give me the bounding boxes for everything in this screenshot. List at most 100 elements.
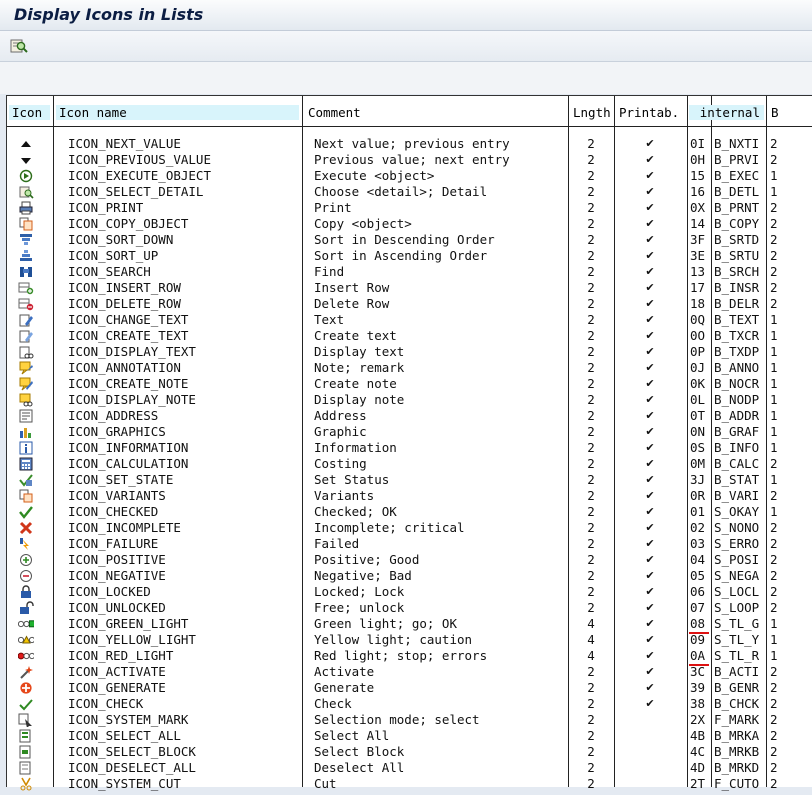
spacer (0, 62, 812, 94)
table-row[interactable]: ICON_DISPLAY_TEXT Display text 2 ✔ 0P B_TXDP 1 (7, 344, 812, 360)
table-row[interactable]: ICON_RED_LIGHT Red light; stop; errors 4 ✔ 0… (7, 648, 812, 664)
length-cell: 2 (587, 360, 595, 375)
table-row[interactable]: ICON_CHANGE_TEXT Text 2 ✔ 0Q B_TEXT 1 (7, 312, 812, 328)
internal-cell: B_INSR (714, 280, 760, 295)
change-text-icon (18, 313, 34, 327)
printable-check: ✔ (645, 553, 655, 566)
comment-cell: Sort in Ascending Order (314, 248, 488, 263)
title-bar: Display Icons in Lists (0, 0, 812, 31)
graphics-icon (18, 425, 34, 439)
column-header-length[interactable]: Lngth (570, 105, 612, 120)
internal-cell: S_TL_Y (714, 632, 760, 647)
table-row[interactable]: ICON_GREEN_LIGHT Green light; go; OK 4 ✔ 08 S… (7, 616, 812, 632)
table-row[interactable]: ICON_SORT_UP Sort in Ascending Order 2 ✔ 3E B… (7, 248, 812, 264)
comment-cell: Select All (314, 728, 390, 743)
table-row[interactable]: ICON_INCOMPLETE Incomplete; critical 2 ✔ 02 S… (7, 520, 812, 536)
table-row[interactable]: ICON_NEGATIVE Negative; Bad 2 ✔ 05 S_NEGA 2 (7, 568, 812, 584)
table-row[interactable]: ICON_UNLOCKED Free; unlock 2 ✔ 07 S_LOOP 2 (7, 600, 812, 616)
execute-icon (18, 169, 34, 183)
length-cell: 2 (587, 392, 595, 407)
table-row[interactable]: ICON_SYSTEM_MARK Selection mode; select 2 2… (7, 712, 812, 728)
column-header-internal[interactable]: internal (689, 105, 764, 120)
column-header-icon[interactable]: Icon (9, 105, 50, 120)
table-row[interactable]: ICON_YELLOW_LIGHT Yellow light; caution 4 ✔… (7, 632, 812, 648)
table-row[interactable]: ICON_SELECT_ALL Select All 2 4B B_MRKA 2 (7, 728, 812, 744)
table-row[interactable]: ICON_VARIANTS Variants 2 ✔ 0R B_VARI 2 (7, 488, 812, 504)
printable-check: ✔ (645, 233, 655, 246)
table-row[interactable]: ICON_COPY_OBJECT Copy <object> 2 ✔ 14 B_COPY 2 (7, 216, 812, 232)
length-cell: 2 (587, 520, 595, 535)
table-row[interactable]: ICON_DISPLAY_NOTE Display note 2 ✔ 0L B_NODP 1 (7, 392, 812, 408)
length-cell: 2 (587, 600, 595, 615)
comment-cell: Previous value; next entry (314, 152, 510, 167)
b-cell: 1 (770, 616, 778, 631)
table-row[interactable]: ICON_CREATE_NOTE Create note 2 ✔ 0K B_NOCR 1 (7, 376, 812, 392)
internal-cell: B_ADDR (714, 408, 760, 423)
b-cell: 2 (770, 696, 778, 711)
printable-check: ✔ (645, 217, 655, 230)
internal-cell: B_STAT (714, 472, 760, 487)
length-cell: 4 (587, 648, 595, 663)
table-row[interactable]: ICON_CALCULATION Costing 2 ✔ 0M B_CALC 2 (7, 456, 812, 472)
table-row[interactable]: ICON_GENERATE Generate 2 ✔ 39 B_GENR 2 (7, 680, 812, 696)
length-cell: 4 (587, 616, 595, 631)
table-row[interactable]: ICON_DELETE_ROW Delete Row 2 ✔ 18 B_DELR 2 (7, 296, 812, 312)
length-cell: 2 (587, 280, 595, 295)
icon-name-cell: ICON_GENERATE (68, 680, 166, 695)
header-separator (7, 126, 812, 127)
comment-cell: Failed (314, 536, 360, 551)
length-cell: 4 (587, 632, 595, 647)
table-row[interactable]: ICON_POSITIVE Positive; Good 2 ✔ 04 S_POSI 2 (7, 552, 812, 568)
down-arrow-icon (18, 153, 34, 167)
column-header-b[interactable]: B (768, 105, 782, 120)
table-row[interactable]: ICON_INSERT_ROW Insert Row 2 ✔ 17 B_INSR 2 (7, 280, 812, 296)
icon-name-cell: ICON_UNLOCKED (68, 600, 166, 615)
negative-icon (18, 569, 34, 583)
table-row[interactable]: ICON_PRINT Print 2 ✔ 0X B_PRNT 2 (7, 200, 812, 216)
table-row[interactable]: ICON_NEXT_VALUE Next value; previous entr… (7, 136, 812, 152)
length-cell: 2 (587, 136, 595, 151)
table-row[interactable]: ICON_SORT_DOWN Sort in Descending Order 2 ✔… (7, 232, 812, 248)
variants-icon (18, 489, 34, 503)
table-row[interactable]: ICON_CHECK Check 2 ✔ 38 B_CHCK 2 (7, 696, 812, 712)
internal-cell: B_MRKA (714, 728, 760, 743)
delete-row-icon (18, 297, 34, 311)
b-cell: 1 (770, 328, 778, 343)
code-cell: 4C (690, 744, 706, 759)
table-row[interactable]: ICON_ADDRESS Address 2 ✔ 0T B_ADDR 1 (7, 408, 812, 424)
system-cut-icon (18, 777, 34, 791)
table-row[interactable]: ICON_CREATE_TEXT Create text 2 ✔ 0O B_TXCR 1 (7, 328, 812, 344)
column-header-printable[interactable]: Printab. (616, 105, 686, 120)
code-cell: 17 (690, 280, 706, 295)
column-header-comment[interactable]: Comment (305, 105, 565, 120)
detail-magnifier-icon[interactable] (9, 37, 29, 55)
b-cell: 2 (770, 488, 778, 503)
icon-name-cell: ICON_ADDRESS (68, 408, 159, 423)
table-row[interactable]: ICON_FAILURE Failed 2 ✔ 03 S_ERRO 2 (7, 536, 812, 552)
table-row[interactable]: ICON_SET_STATE Set Status 2 ✔ 3J B_STAT 1 (7, 472, 812, 488)
comment-cell: Create text (314, 328, 397, 343)
length-cell: 2 (587, 152, 595, 167)
table-row[interactable]: ICON_SELECT_BLOCK Select Block 2 4C B_MRKB 2 (7, 744, 812, 760)
icon-name-cell: ICON_DISPLAY_TEXT (68, 344, 196, 359)
table-row[interactable]: ICON_ANNOTATION Note; remark 2 ✔ 0J B_ANNO 1 (7, 360, 812, 376)
yellow-light-icon (17, 633, 36, 647)
comment-cell: Activate (314, 664, 375, 679)
table-row[interactable]: ICON_ACTIVATE Activate 2 ✔ 3C B_ACTI 2 (7, 664, 812, 680)
table-row[interactable]: ICON_DESELECT_ALL Deselect All 2 4D B_MRKD 2 (7, 760, 812, 776)
table-row[interactable]: ICON_INFORMATION Information 2 ✔ 0S B_INFO 1 (7, 440, 812, 456)
table-row[interactable]: ICON_SEARCH Find 2 ✔ 13 B_SRCH 2 (7, 264, 812, 280)
b-cell: 1 (770, 360, 778, 375)
table-row[interactable]: ICON_GRAPHICS Graphic 2 ✔ 0N B_GRAF 1 (7, 424, 812, 440)
table-row[interactable]: ICON_SELECT_DETAIL Choose <detail>; Detai… (7, 184, 812, 200)
code-cell: 03 (690, 536, 706, 551)
table-row[interactable]: ICON_EXECUTE_OBJECT Execute <object> 2 ✔ 15 B… (7, 168, 812, 184)
printable-check: ✔ (645, 569, 655, 582)
table-row[interactable]: ICON_PREVIOUS_VALUE Previous value; next … (7, 152, 812, 168)
column-header-icon-name[interactable]: Icon name (56, 105, 299, 120)
table-row[interactable]: ICON_LOCKED Locked; Lock 2 ✔ 06 S_LOCL 2 (7, 584, 812, 600)
table-row[interactable]: ICON_CHECKED Checked; OK 2 ✔ 01 S_OKAY 1 (7, 504, 812, 520)
code-cell: 18 (690, 296, 706, 311)
internal-cell: B_DETL (714, 184, 760, 199)
table-row[interactable]: ICON_SYSTEM_CUT Cut 2 2T F_CUTO 2 (7, 776, 812, 792)
